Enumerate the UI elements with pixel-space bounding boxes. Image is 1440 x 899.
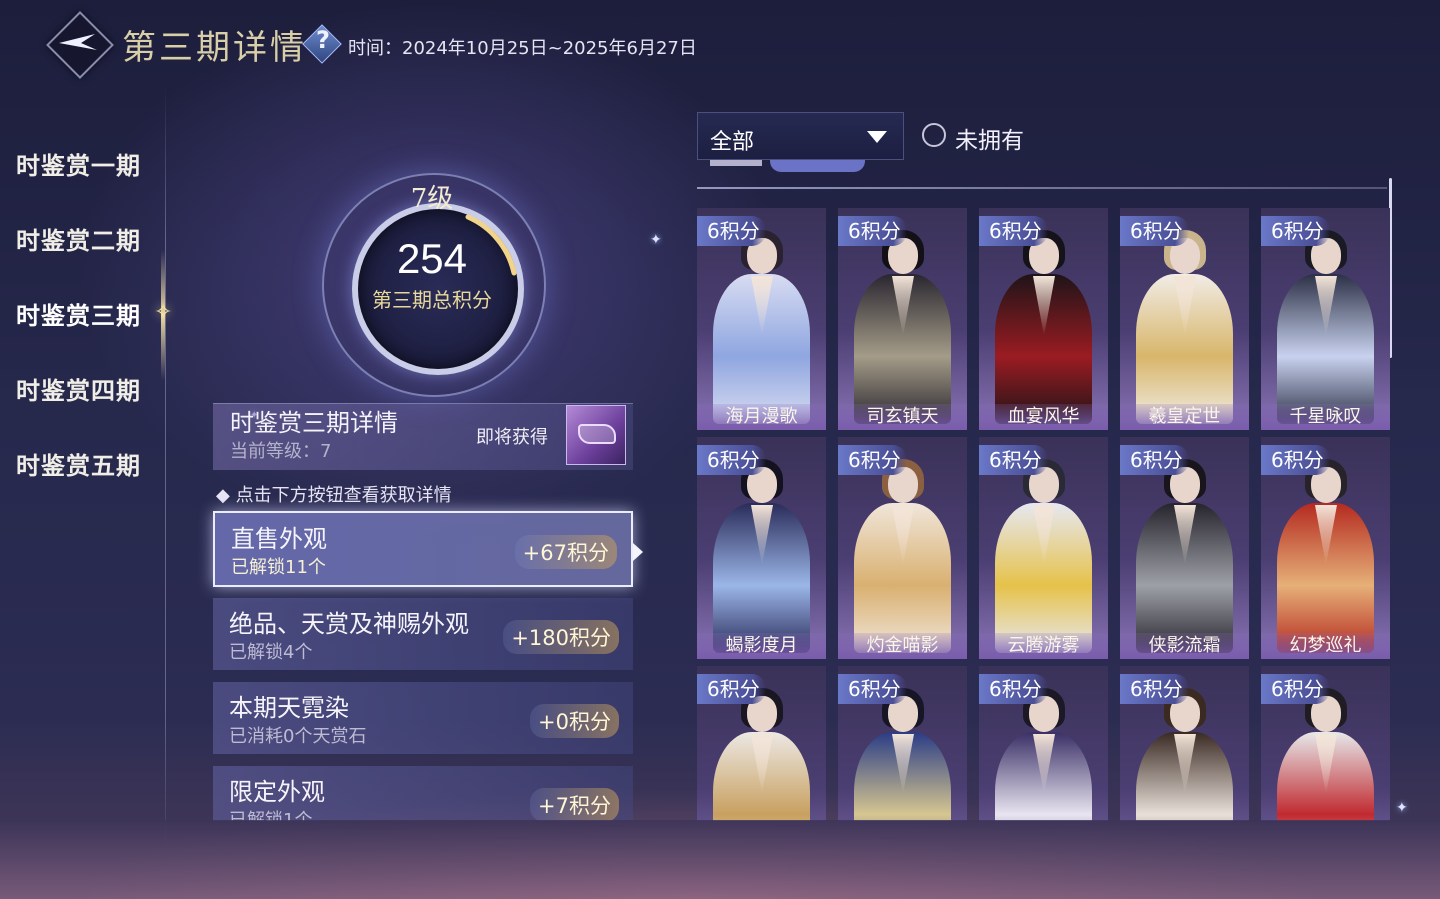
outfit-points-badge: 6积分 — [1120, 445, 1189, 475]
category-subtitle: 已消耗0个天赏石 — [229, 726, 367, 747]
period-time: 时间：2024年10月25日~2025年6月27日 — [348, 38, 697, 59]
outfit-name: 海月漫歌 — [697, 404, 826, 430]
outfit-name: 侠影流霜 — [1120, 633, 1249, 659]
category-subtitle: 已解锁11个 — [231, 557, 326, 578]
outfit-points-badge: 6积分 — [979, 216, 1048, 246]
outfit-card[interactable]: 6积分 — [1261, 666, 1390, 821]
hint-text: ◆ 点击下方按钮查看获取详情 — [216, 485, 452, 506]
section-title-peek — [710, 160, 762, 166]
category-title: 本期天霓染 — [229, 694, 349, 722]
category-points: +7积分 — [530, 788, 619, 821]
outfit-name: 灼金喵影 — [838, 633, 967, 659]
outfit-card[interactable]: 6积分 — [979, 666, 1108, 821]
sparkle-icon: ✦ — [1396, 800, 1408, 816]
category-title: 限定外观 — [229, 778, 325, 806]
category-points: +0积分 — [530, 704, 619, 738]
outfit-card[interactable]: 6积分蝎影度月 — [697, 437, 826, 659]
nav-divider — [165, 85, 166, 860]
category-direct-sale[interactable]: 直售外观 已解锁11个 +67积分 — [213, 511, 633, 587]
outfit-card[interactable]: 6积分羲皇定世 — [1120, 208, 1249, 430]
nav-item-period-2[interactable]: 时鉴赏二期 — [16, 221, 141, 256]
filter-selected-value: 全部 — [710, 130, 755, 155]
outfit-name: 蝎影度月 — [697, 633, 826, 659]
outfit-points-badge: 6积分 — [697, 216, 766, 246]
active-indicator-icon: ✧ — [154, 300, 173, 325]
back-arrow-icon — [59, 34, 97, 50]
nav-item-period-3[interactable]: 时鉴赏三期 — [16, 296, 141, 331]
sparkle-icon: ✦ — [650, 232, 662, 248]
outfit-points-badge: 6积分 — [697, 674, 766, 704]
outfit-name: 血宴风华 — [979, 404, 1108, 430]
hint-text-label: 点击下方按钮查看获取详情 — [235, 485, 452, 506]
page-title: 第三期详情 — [122, 28, 307, 68]
category-premium[interactable]: 绝品、天赏及神赐外观 已解锁4个 +180积分 — [213, 598, 633, 670]
total-score-label: 第三期总积分 — [372, 288, 492, 312]
outfit-name: 羲皇定世 — [1120, 404, 1249, 430]
category-title: 直售外观 — [231, 525, 327, 553]
bottom-backdrop — [0, 820, 1440, 899]
unowned-radio-label[interactable]: 未拥有 — [955, 121, 1024, 155]
detail-title: 时鉴赏三期详情 — [230, 409, 398, 437]
category-dye[interactable]: 本期天霓染 已消耗0个天赏石 +0积分 — [213, 682, 633, 754]
outfit-card[interactable]: 6积分灼金喵影 — [838, 437, 967, 659]
outfit-points-badge: 6积分 — [1261, 674, 1330, 704]
chevron-down-icon — [867, 131, 887, 143]
outfit-points-badge: 6积分 — [979, 674, 1048, 704]
section-header-peek — [710, 160, 870, 174]
current-level: 当前等级：7 — [230, 441, 332, 462]
category-points: +67积分 — [514, 535, 617, 569]
selected-arrow-icon — [633, 543, 643, 561]
outfit-points-badge: 6积分 — [838, 674, 907, 704]
category-limited[interactable]: 限定外观 已解锁1个 +7积分 — [213, 766, 633, 821]
outfit-card[interactable]: 6积分司玄镇天 — [838, 208, 967, 430]
outfit-points-badge: 6积分 — [1120, 216, 1189, 246]
outfit-name: 云腾游雾 — [979, 633, 1108, 659]
outfit-points-badge: 6积分 — [1261, 216, 1330, 246]
outfit-card[interactable]: 6积分云腾游雾 — [979, 437, 1108, 659]
category-subtitle: 已解锁1个 — [229, 810, 313, 821]
outfit-card[interactable]: 6积分 — [697, 666, 826, 821]
outfit-name: 司玄镇天 — [838, 404, 967, 430]
category-points: +180积分 — [503, 620, 619, 654]
outfit-card[interactable]: 6积分幻梦巡礼 — [1261, 437, 1390, 659]
nav-item-period-4[interactable]: 时鉴赏四期 — [16, 371, 141, 406]
nav-item-period-5[interactable]: 时鉴赏五期 — [16, 446, 141, 481]
outfit-points-badge: 6积分 — [1120, 674, 1189, 704]
reward-item-icon — [578, 424, 616, 444]
nav-item-period-1[interactable]: 时鉴赏一期 — [16, 146, 141, 181]
upcoming-reward-label: 即将获得 — [476, 427, 548, 448]
outfit-card[interactable]: 6积分血宴风华 — [979, 208, 1108, 430]
unowned-radio[interactable] — [922, 123, 946, 147]
category-subtitle: 已解锁4个 — [229, 642, 313, 663]
outfit-card[interactable]: 6积分 — [838, 666, 967, 821]
outfit-name: 千星咏叹 — [1261, 404, 1390, 430]
outfit-name: 幻梦巡礼 — [1261, 633, 1390, 659]
level-label: 7级 — [410, 184, 454, 214]
total-score: 254 — [396, 235, 468, 282]
outfit-points-badge: 6积分 — [697, 445, 766, 475]
outfit-card[interactable]: 6积分侠影流霜 — [1120, 437, 1249, 659]
outfit-points-badge: 6积分 — [838, 216, 907, 246]
section-divider — [697, 187, 1387, 189]
outfit-points-badge: 6积分 — [838, 445, 907, 475]
question-icon: ? — [316, 26, 330, 54]
outfit-points-badge: 6积分 — [979, 445, 1048, 475]
outfit-card[interactable]: 6积分 — [1120, 666, 1249, 821]
outfit-grid: 6积分 海月漫歌 6积分 司玄镇天 6积分 血宴风华 6积分 羲皇定世 6积分 千星咏叹 6积分 蝎影… — [697, 200, 1391, 821]
outfit-card[interactable]: 6积分千星咏叹 — [1261, 208, 1390, 430]
filter-dropdown[interactable]: 全部 — [697, 112, 904, 160]
outfit-points-badge: 6积分 — [1261, 445, 1330, 475]
category-title: 绝品、天赏及神赐外观 — [229, 610, 469, 638]
section-badge-peek — [770, 160, 865, 172]
outfit-card[interactable]: 6积分海月漫歌 — [697, 208, 826, 430]
